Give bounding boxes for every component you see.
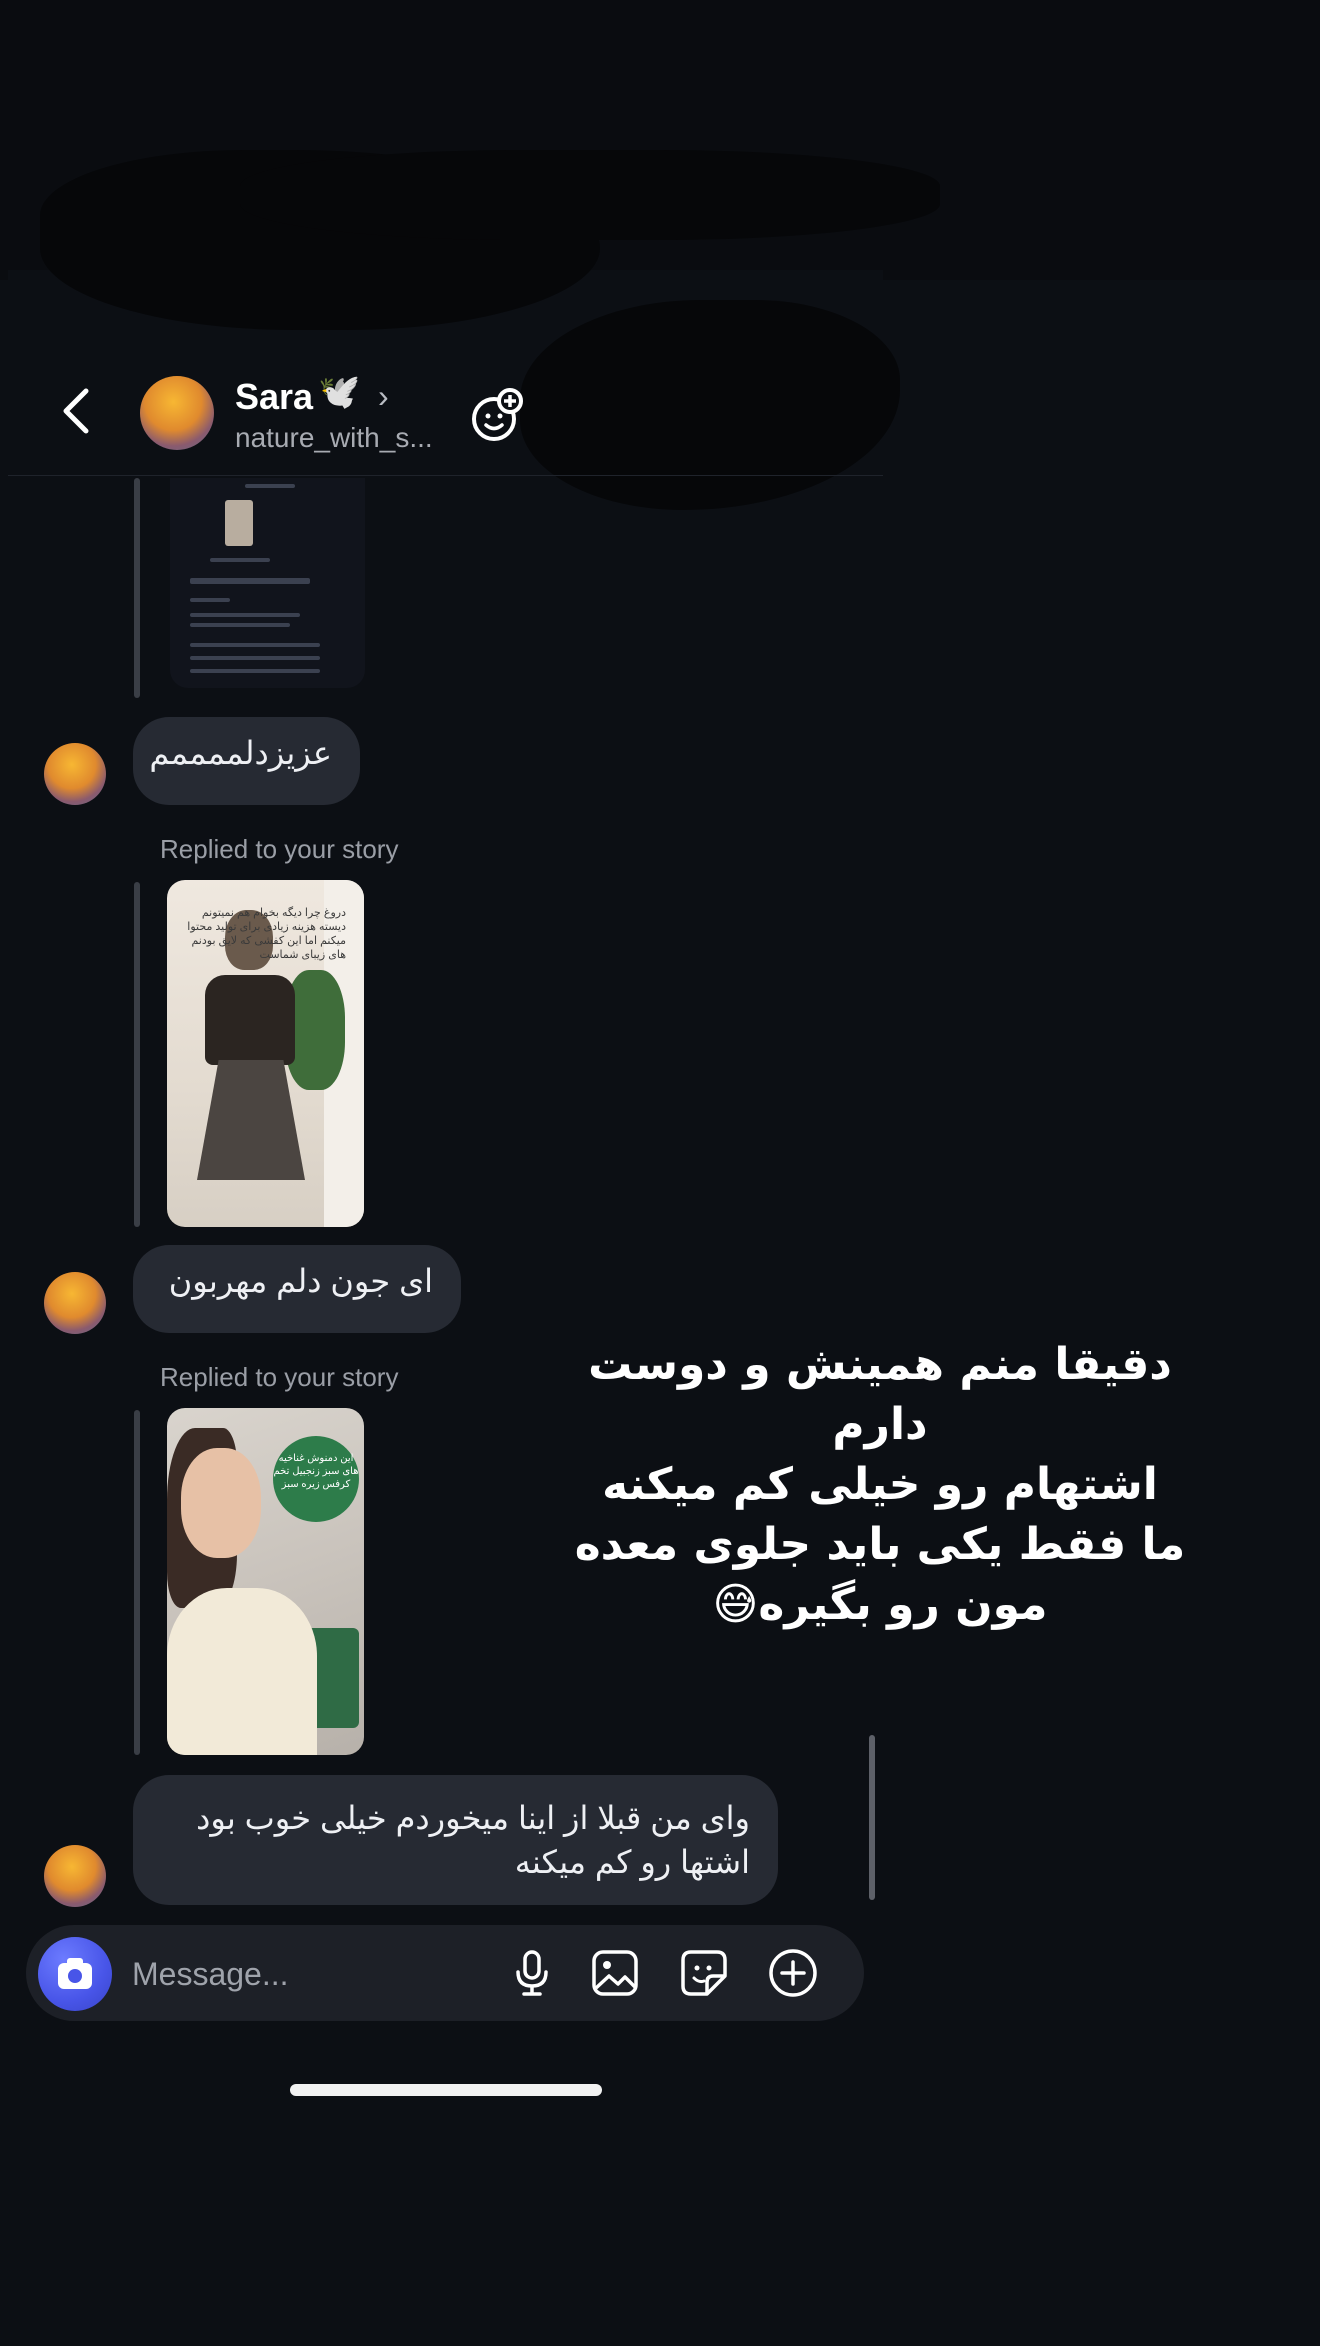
plus-circle-icon <box>769 1949 817 1997</box>
contact-name[interactable]: Sara <box>235 376 313 418</box>
scrollbar[interactable] <box>869 1735 875 1900</box>
chevron-right-icon[interactable]: › <box>378 378 389 415</box>
microphone-button[interactable] <box>505 1946 559 2000</box>
more-options-button[interactable] <box>766 1946 820 2000</box>
reply-thread-line <box>134 478 140 698</box>
back-button[interactable] <box>52 381 102 441</box>
gallery-icon <box>592 1950 638 1996</box>
overlay-line: اشتهام رو خیلی کم میکنه <box>602 1459 1158 1510</box>
message-line: وای من قبلا از اینا میخوردم خیلی خوب بود <box>196 1800 750 1836</box>
home-indicator[interactable] <box>290 2084 602 2096</box>
contact-username[interactable]: nature_with_s... <box>235 422 433 454</box>
story-caption-text: دروغ چرا دیگه بخوام هم نمیتونم دیسته هزی… <box>187 907 346 961</box>
overlay-caption: دقیقا منم همینش و دوست دارم اشتهام رو خی… <box>540 1335 1220 1635</box>
overlay-line: مون رو بگیره😅 <box>712 1579 1048 1630</box>
sender-avatar[interactable] <box>44 743 106 805</box>
back-icon <box>63 388 89 434</box>
gallery-button[interactable] <box>588 1946 642 2000</box>
overlay-line: دقیقا منم همینش و دوست <box>588 1339 1172 1390</box>
dove-emoji: 🕊️ <box>318 373 361 411</box>
sticker-button[interactable] <box>677 1946 731 2000</box>
add-emoji-button[interactable] <box>466 385 526 445</box>
overlay-line: دارم <box>832 1399 928 1450</box>
reply-thread-line <box>134 1410 140 1755</box>
redaction-blob <box>240 150 940 240</box>
message-input[interactable] <box>130 1948 464 2000</box>
message-bubble[interactable]: وای من قبلا از اینا میخوردم خیلی خوب بود… <box>133 1775 778 1905</box>
microphone-icon <box>516 1950 548 1996</box>
message-bubble[interactable]: ای جون دلم مهربون <box>133 1245 461 1333</box>
sender-avatar[interactable] <box>44 1272 106 1334</box>
camera-icon <box>58 1958 92 1989</box>
sticker-icon <box>681 1950 727 1996</box>
message-line: اشتها رو کم میکنه <box>514 1844 750 1880</box>
replied-to-story-label: Replied to your story <box>160 1362 399 1392</box>
sender-avatar[interactable] <box>44 1845 106 1907</box>
story-thumbnail[interactable]: این دمنوش غناخیه های سبز زنجبیل تخم کرفس… <box>167 1408 364 1755</box>
contact-avatar[interactable] <box>140 376 214 450</box>
camera-button[interactable] <box>38 1937 112 2011</box>
shared-screenshot-thumbnail[interactable] <box>170 478 365 688</box>
reply-thread-line <box>134 882 140 1227</box>
story-caption-text: این دمنوش غناخیه های سبز زنجبیل تخم کرفس… <box>273 1436 359 1522</box>
replied-to-story-label: Replied to your story <box>160 834 399 864</box>
add-emoji-icon <box>472 388 523 441</box>
story-thumbnail[interactable]: دروغ چرا دیگه بخوام هم نمیتونم دیسته هزی… <box>167 880 364 1227</box>
overlay-line: ما فقط یکی باید جلوی معده <box>574 1519 1186 1570</box>
message-bubble[interactable]: عزیزدلممممم <box>133 717 360 805</box>
